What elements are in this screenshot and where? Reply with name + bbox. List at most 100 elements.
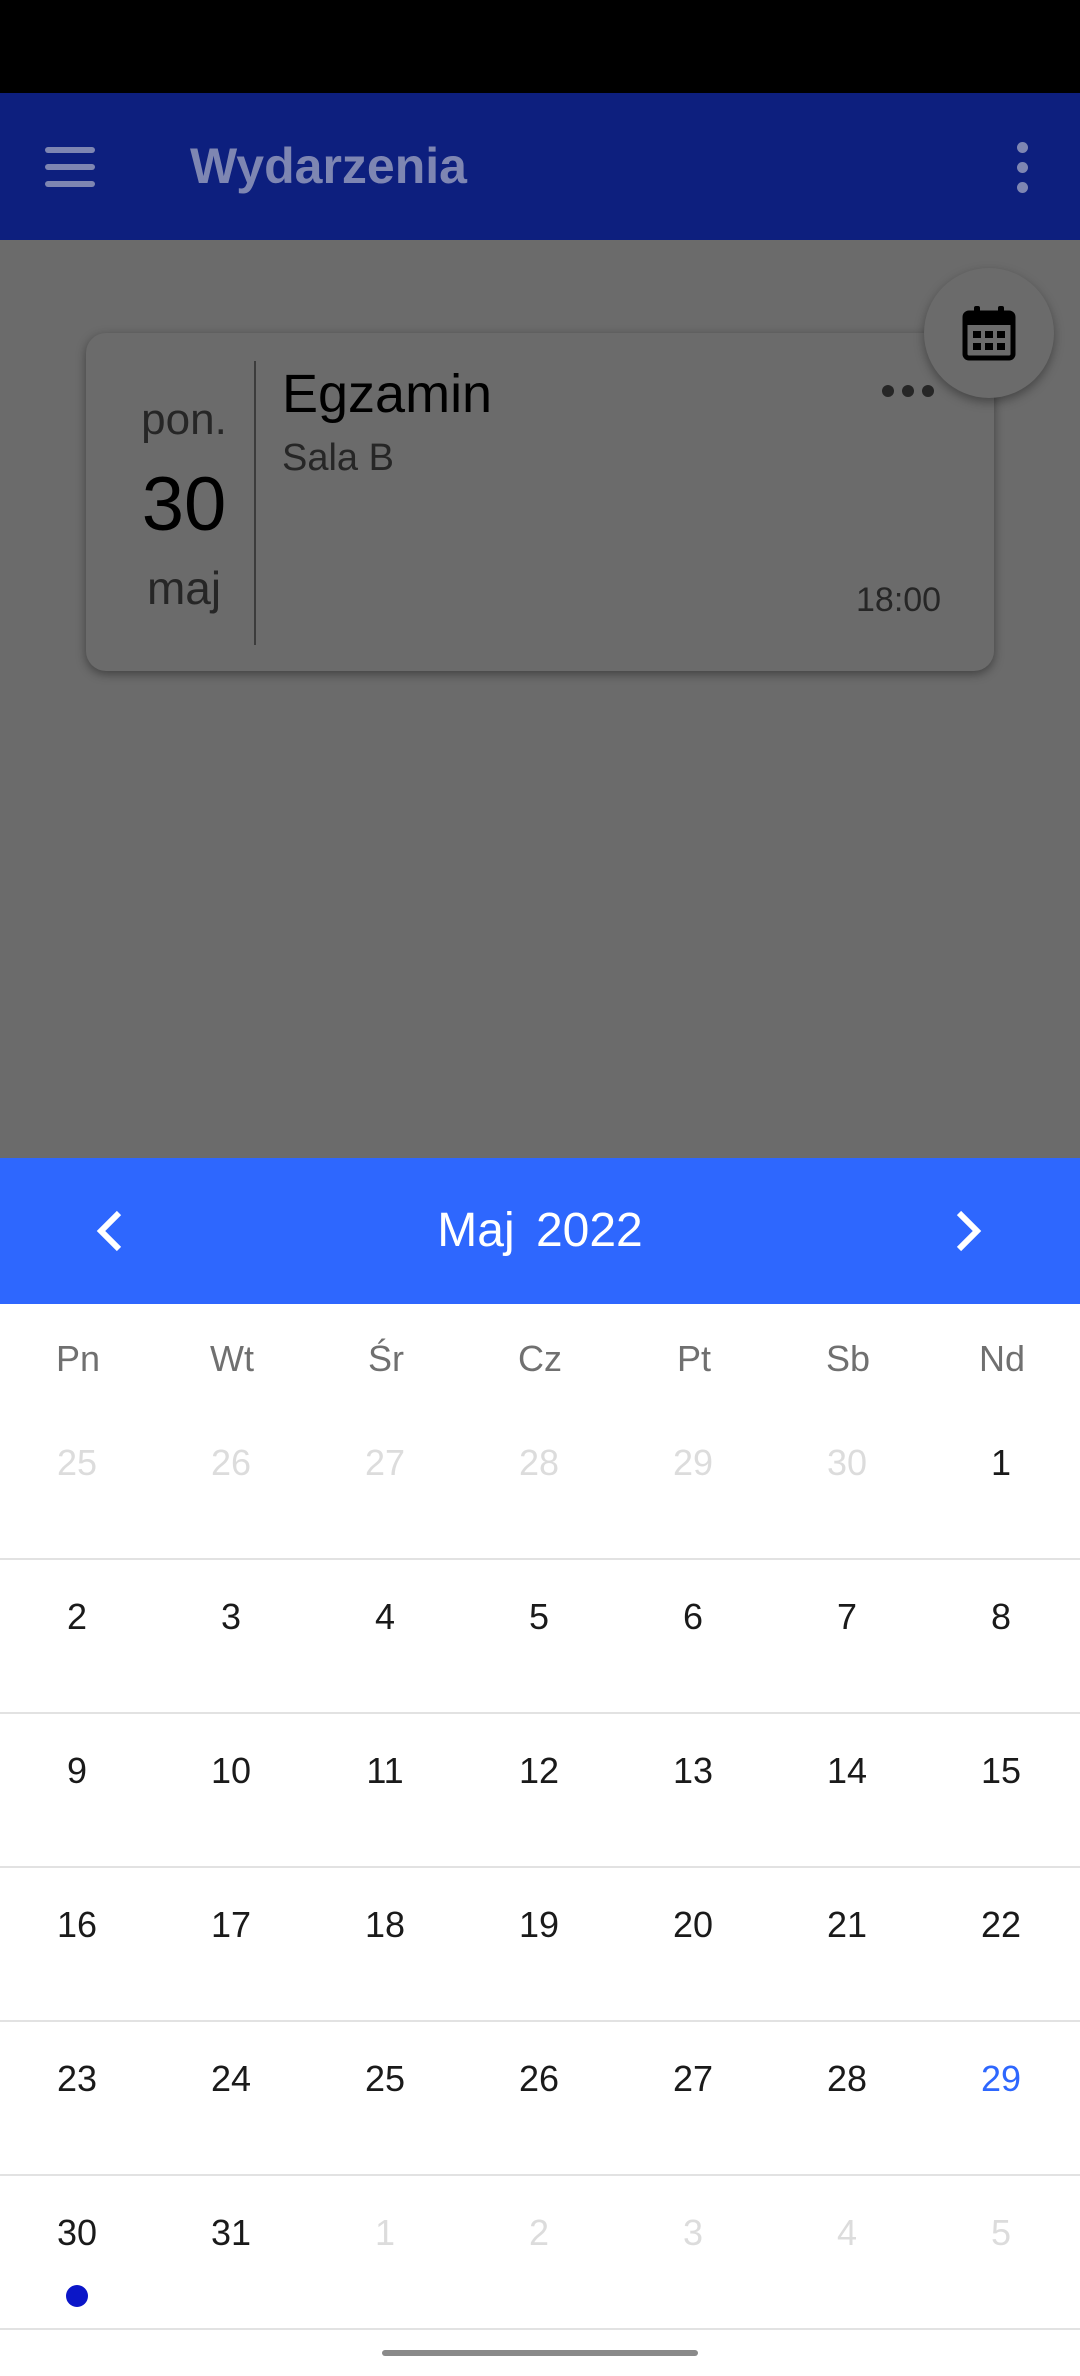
calendar-day-cell[interactable]: 1 xyxy=(308,2176,462,2328)
calendar-day-number: 10 xyxy=(210,1750,252,1791)
calendar-day-number: 3 xyxy=(220,1596,242,1637)
calendar-day-cell[interactable]: 13 xyxy=(616,1714,770,1866)
calendar-day-cell[interactable]: 27 xyxy=(308,1406,462,1558)
calendar-day-cell[interactable]: 6 xyxy=(616,1560,770,1712)
calendar-day-cell[interactable]: 21 xyxy=(770,1868,924,2020)
calendar-day-number: 21 xyxy=(826,1904,868,1945)
calendar-day-number: 5 xyxy=(528,1596,550,1637)
calendar-day-cell[interactable]: 30 xyxy=(770,1406,924,1558)
calendar-day-cell[interactable]: 3 xyxy=(154,1560,308,1712)
calendar-day-cell[interactable]: 24 xyxy=(154,2022,308,2174)
calendar-day-cell[interactable]: 12 xyxy=(462,1714,616,1866)
calendar-day-number: 3 xyxy=(682,2212,704,2253)
weekday-label: Sb xyxy=(825,1338,871,1379)
calendar-day-cell[interactable]: 28 xyxy=(770,2022,924,2174)
calendar-day-cell[interactable]: 29 xyxy=(616,1406,770,1558)
calendar-week-row: 25 26 27 28 29 30 1 xyxy=(0,1406,1080,1560)
calendar-day-cell[interactable]: 17 xyxy=(154,1868,308,2020)
calendar-day-cell[interactable]: 23 xyxy=(0,2022,154,2174)
calendar-day-cell[interactable]: 15 xyxy=(924,1714,1078,1866)
calendar-week-row: 23 24 25 26 27 28 29 xyxy=(0,2022,1080,2176)
calendar-day-number: 2 xyxy=(528,2212,550,2253)
weekday-label: Cz xyxy=(518,1338,562,1379)
calendar-day-number: 22 xyxy=(980,1904,1022,1945)
chevron-right-icon[interactable] xyxy=(938,1196,998,1266)
calendar-day-number: 23 xyxy=(56,2058,98,2099)
event-time: 18:00 xyxy=(856,581,942,619)
calendar-day-cell[interactable]: 19 xyxy=(462,1868,616,2020)
calendar-day-number: 25 xyxy=(364,2058,406,2099)
calendar-day-number: 19 xyxy=(518,1904,560,1945)
divider xyxy=(0,2328,1080,2330)
event-indicator-dot xyxy=(66,2285,88,2307)
calendar-day-number: 6 xyxy=(682,1596,704,1637)
weekday-header: Pn Wt Śr Cz Pt Sb Nd xyxy=(0,1304,1080,1414)
page-title: Wydarzenia xyxy=(190,138,467,194)
calendar-day-cell[interactable]: 16 xyxy=(0,1868,154,2020)
event-month: maj xyxy=(146,562,222,614)
calendar-day-cell[interactable]: 4 xyxy=(770,2176,924,2328)
calendar-day-cell[interactable]: 1 xyxy=(924,1406,1078,1558)
event-card[interactable]: pon. 30 maj Egzamin Sala B 18:00 xyxy=(86,333,994,671)
calendar-day-cell[interactable]: 5 xyxy=(462,1560,616,1712)
calendar-day-cell[interactable]: 5 xyxy=(924,2176,1078,2328)
calendar-day-number: 4 xyxy=(374,1596,396,1637)
calendar-day-cell[interactable]: 29 xyxy=(924,2022,1078,2174)
calendar-day-cell[interactable]: 8 xyxy=(924,1560,1078,1712)
calendar-day-cell[interactable]: 30 xyxy=(0,2176,154,2328)
calendar-day-number: 27 xyxy=(364,1442,406,1483)
calendar-day-cell[interactable]: 22 xyxy=(924,1868,1078,2020)
calendar-icon xyxy=(962,306,1016,361)
chevron-left-icon[interactable] xyxy=(80,1196,140,1266)
calendar-day-number: 17 xyxy=(210,1904,252,1945)
calendar-day-cell[interactable]: 2 xyxy=(0,1560,154,1712)
calendar-day-cell[interactable]: 25 xyxy=(0,1406,154,1558)
calendar-day-number: 30 xyxy=(826,1442,868,1483)
calendar-day-number: 29 xyxy=(980,2058,1022,2099)
calendar-day-cell[interactable]: 14 xyxy=(770,1714,924,1866)
calendar-day-cell[interactable]: 26 xyxy=(462,2022,616,2174)
calendar-week-row: 9 10 11 12 13 14 15 xyxy=(0,1714,1080,1868)
calendar-day-cell[interactable]: 9 xyxy=(0,1714,154,1866)
home-indicator[interactable] xyxy=(382,2350,698,2356)
weekday-label: Pt xyxy=(676,1338,711,1379)
calendar-day-number: 15 xyxy=(980,1750,1022,1791)
calendar-day-number: 26 xyxy=(210,1442,252,1483)
calendar-day-number: 14 xyxy=(826,1750,868,1791)
calendar-day-cell[interactable]: 11 xyxy=(308,1714,462,1866)
calendar-day-cell[interactable]: 28 xyxy=(462,1406,616,1558)
calendar-day-number: 31 xyxy=(210,2212,252,2253)
status-bar xyxy=(0,0,1080,93)
calendar-day-cell[interactable]: 2 xyxy=(462,2176,616,2328)
calendar-day-number: 16 xyxy=(56,1904,98,1945)
more-vertical-icon[interactable] xyxy=(1000,133,1044,201)
calendar-day-number: 27 xyxy=(672,2058,714,2099)
calendar-day-cell[interactable]: 10 xyxy=(154,1714,308,1866)
calendar-day-number: 2 xyxy=(66,1596,88,1637)
calendar-header: Maj 2022 xyxy=(0,1158,1080,1304)
calendar-month-label: Maj 2022 xyxy=(437,1204,643,1257)
weekday-label: Nd xyxy=(978,1338,1026,1379)
event-day-name: pon. xyxy=(141,395,227,444)
calendar-fab-button[interactable] xyxy=(924,268,1054,398)
calendar-week-row: 2 3 4 5 6 7 8 xyxy=(0,1560,1080,1714)
calendar-day-cell[interactable]: 20 xyxy=(616,1868,770,2020)
calendar-day-number: 20 xyxy=(672,1904,714,1945)
more-horizontal-icon[interactable] xyxy=(882,385,934,397)
calendar-day-cell[interactable]: 25 xyxy=(308,2022,462,2174)
calendar-day-number: 7 xyxy=(836,1596,858,1637)
calendar-day-cell[interactable]: 27 xyxy=(616,2022,770,2174)
calendar-day-cell[interactable]: 7 xyxy=(770,1560,924,1712)
calendar-day-cell[interactable]: 4 xyxy=(308,1560,462,1712)
calendar-day-number: 8 xyxy=(990,1596,1012,1637)
calendar-day-cell[interactable]: 18 xyxy=(308,1868,462,2020)
weekday-label: Wt xyxy=(210,1338,254,1379)
calendar-day-cell[interactable]: 3 xyxy=(616,2176,770,2328)
hamburger-menu-icon[interactable] xyxy=(34,131,106,203)
calendar-day-cell[interactable]: 26 xyxy=(154,1406,308,1558)
calendar-day-number: 12 xyxy=(518,1750,560,1791)
calendar-day-number: 9 xyxy=(66,1750,88,1791)
calendar-week-row: 30 31 1 2 3 4 5 xyxy=(0,2176,1080,2330)
calendar-day-number: 5 xyxy=(990,2212,1012,2253)
calendar-day-cell[interactable]: 31 xyxy=(154,2176,308,2328)
